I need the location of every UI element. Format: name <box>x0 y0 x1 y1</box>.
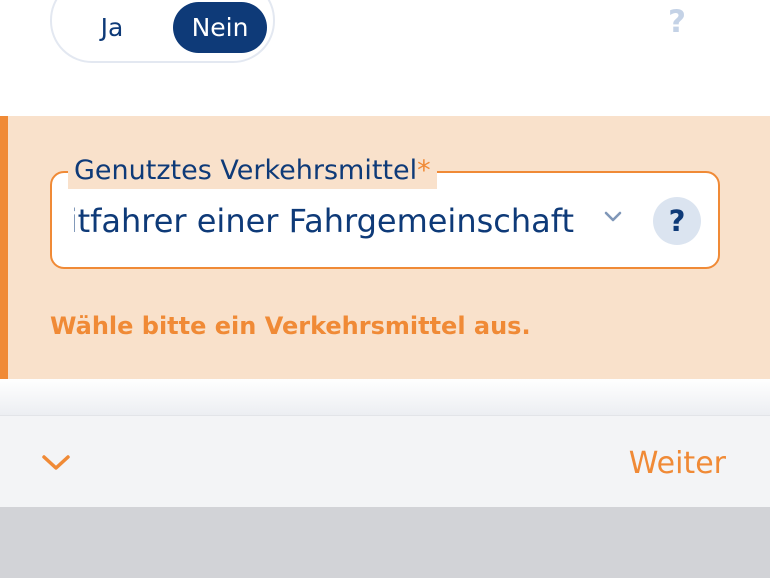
error-message: Wähle bitte ein Verkehrsmittel aus. <box>50 312 531 340</box>
error-accent-bar <box>0 116 8 379</box>
transport-value-clip: Mitfahrer einer Fahrgemeinschaft <box>74 199 574 243</box>
collapse-button[interactable] <box>36 448 76 478</box>
footer-bar: Weiter <box>0 415 770 507</box>
transport-label-text: Genutztes Verkehrsmittel <box>74 155 418 186</box>
question-help-button[interactable]: ? <box>661 2 693 42</box>
commute-question-row: Ja Nein ? <box>0 0 770 116</box>
required-marker: * <box>417 155 431 186</box>
chevron-down-icon[interactable] <box>604 208 622 226</box>
transport-help-button[interactable]: ? <box>653 197 701 245</box>
transport-select[interactable]: Genutztes Verkehrsmittel* Mitfahrer eine… <box>50 153 720 269</box>
transport-field-label: Genutztes Verkehrsmittel* <box>68 153 437 189</box>
transport-error-panel: Genutztes Verkehrsmittel* Mitfahrer eine… <box>0 116 770 379</box>
footer-shadow <box>0 379 770 415</box>
yes-no-toggle: Ja Nein <box>50 0 275 63</box>
chevron-down-icon <box>42 455 70 470</box>
toggle-option-ja[interactable]: Ja <box>62 2 162 53</box>
next-button[interactable]: Weiter <box>629 444 726 484</box>
transport-selected-value: Mitfahrer einer Fahrgemeinschaft <box>74 202 574 240</box>
toggle-option-nein[interactable]: Nein <box>173 2 267 53</box>
system-bottom-bar <box>0 507 770 578</box>
